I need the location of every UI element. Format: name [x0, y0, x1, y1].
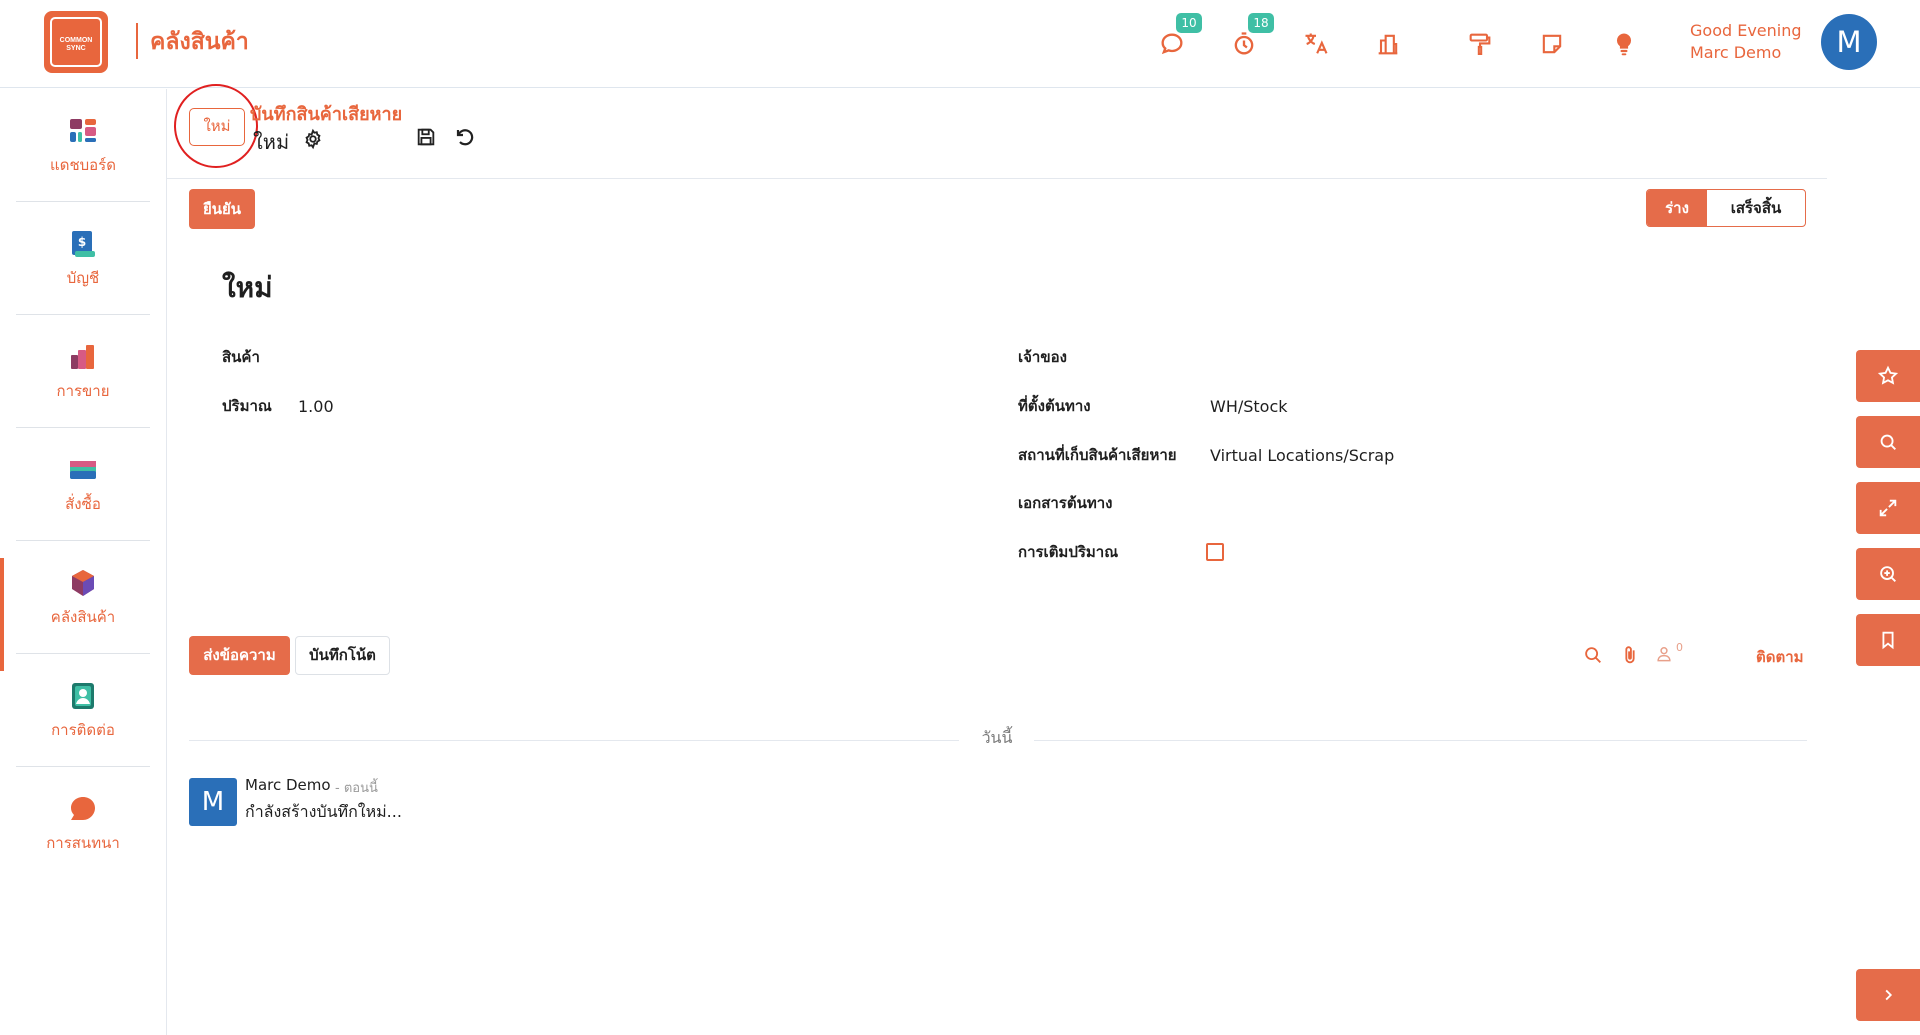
status-bar: ร่าง เสร็จสิ้น — [1646, 189, 1806, 227]
scrap-location-label: สถานที่เก็บสินค้าเสียหาย — [1018, 446, 1177, 464]
logo-text-sync: SYNC — [66, 45, 86, 52]
chat-icon — [1158, 33, 1186, 62]
day-separator-line — [189, 740, 959, 741]
source-document-label: เอกสารต้นทาง — [1018, 494, 1113, 512]
sidebar-item-dashboard[interactable]: แดชบอร์ด — [16, 89, 150, 202]
bookmark-button[interactable] — [1856, 614, 1920, 666]
tips-button[interactable] — [1610, 30, 1638, 58]
user-greeting[interactable]: Good Evening Marc Demo — [1690, 20, 1802, 64]
gear-icon[interactable] — [302, 128, 324, 150]
company-icon — [1374, 34, 1402, 62]
accounting-icon: $ — [67, 228, 99, 260]
user-avatar[interactable]: M — [1821, 14, 1877, 70]
top-navbar: COMMON SYNC คลังสินค้า 10 18 Good Evenin… — [0, 0, 1920, 88]
sidebar-item-label: สั่งซื้อ — [65, 495, 101, 513]
record-title[interactable]: ใหม่ — [222, 266, 273, 310]
log-note-button[interactable]: บันทึกโน้ต — [295, 636, 390, 675]
header-divider — [167, 178, 1827, 179]
status-draft[interactable]: ร่าง — [1647, 190, 1707, 226]
sidebar-item-label: การติดต่อ — [51, 721, 115, 739]
source-document-field[interactable] — [1210, 491, 1770, 513]
messages-button[interactable]: 10 — [1158, 13, 1202, 58]
expand-panel-button[interactable] — [1856, 969, 1920, 1021]
logo-divider — [136, 23, 138, 59]
notes-button[interactable] — [1538, 30, 1566, 58]
activities-button[interactable]: 18 — [1230, 13, 1274, 58]
status-done[interactable]: เสร็จสิ้น — [1707, 190, 1805, 226]
paint-roller-icon — [1466, 33, 1494, 62]
followers-icon[interactable] — [1654, 644, 1676, 666]
purchase-icon — [67, 454, 99, 486]
sidebar-item-sales[interactable]: การขาย — [16, 315, 150, 428]
sidebar-item-contacts[interactable]: การติดต่อ — [16, 654, 150, 767]
dashboard-icon — [67, 115, 99, 147]
breadcrumb-current: ใหม่ — [253, 130, 290, 154]
search-button[interactable] — [1856, 416, 1920, 468]
app-title: คลังสินค้า — [150, 29, 249, 55]
sidebar-item-label: การสนทนา — [46, 834, 120, 852]
active-indicator — [0, 558, 4, 671]
quantity-label: ปริมาณ — [222, 397, 272, 415]
day-separator-line — [1034, 740, 1807, 741]
day-separator-label: วันนี้ — [981, 728, 1013, 747]
inventory-icon — [67, 567, 99, 599]
sales-icon — [67, 341, 99, 373]
fullscreen-button[interactable] — [1856, 482, 1920, 534]
message-author[interactable]: Marc Demo — [245, 776, 331, 794]
contacts-icon — [67, 680, 99, 712]
confirm-button[interactable]: ยืนยัน — [189, 189, 255, 229]
product-field[interactable] — [298, 345, 898, 367]
owner-field[interactable] — [1210, 345, 1770, 367]
lightbulb-icon — [1610, 33, 1638, 62]
search-icon[interactable] — [1582, 644, 1604, 666]
source-location-label: ที่ตั้งต้นทาง — [1018, 397, 1091, 415]
owner-label: เจ้าของ — [1018, 348, 1067, 366]
message-time: - ตอนนี้ — [335, 781, 378, 796]
zoom-button[interactable] — [1856, 548, 1920, 600]
sidebar-item-purchase[interactable]: สั่งซื้อ — [16, 428, 150, 541]
follow-button[interactable]: ติดตาม — [1756, 645, 1804, 669]
sidebar-item-accounting[interactable]: $ บัญชี — [16, 202, 150, 315]
new-button[interactable]: ใหม่ — [189, 108, 245, 146]
discuss-icon — [67, 793, 99, 825]
sidebar-item-inventory[interactable]: คลังสินค้า — [16, 541, 150, 654]
message-avatar[interactable]: M — [189, 778, 237, 826]
followers-count: 0 — [1676, 641, 1683, 654]
theme-button[interactable] — [1466, 30, 1494, 58]
messages-count-badge: 10 — [1176, 13, 1202, 33]
translate-icon — [1302, 33, 1330, 62]
message-body: กำลังสร้างบันทึกใหม่... — [245, 802, 402, 821]
svg-text:$: $ — [78, 235, 86, 249]
sticky-note-icon — [1538, 34, 1566, 62]
send-message-button[interactable]: ส่งข้อความ — [189, 636, 290, 675]
scrap-location-field[interactable]: Virtual Locations/Scrap — [1210, 446, 1394, 465]
user-name: Marc Demo — [1690, 43, 1782, 62]
favorite-button[interactable] — [1856, 350, 1920, 402]
language-button[interactable] — [1302, 30, 1330, 58]
sidebar-item-label: คลังสินค้า — [50, 608, 116, 626]
clock-icon — [1230, 32, 1258, 62]
greeting-text: Good Evening — [1690, 21, 1802, 40]
sidebar-item-discuss[interactable]: การสนทนา — [16, 767, 150, 880]
app-sidebar: แดชบอร์ด $ บัญชี การขาย สั่งซื้อ คลังสิน… — [0, 89, 167, 1035]
logo-text-common: COMMON — [59, 37, 93, 44]
activities-count-badge: 18 — [1248, 13, 1274, 33]
breadcrumb-parent[interactable]: บันทึกสินค้าเสียหาย — [250, 99, 402, 128]
save-icon[interactable] — [415, 126, 437, 148]
source-location-field[interactable]: WH/Stock — [1210, 397, 1288, 416]
company-logo[interactable]: COMMON SYNC — [44, 11, 108, 73]
sidebar-item-label: บัญชี — [66, 269, 100, 287]
company-switch-button[interactable] — [1374, 30, 1402, 58]
replenish-label: การเติมปริมาณ — [1018, 543, 1119, 561]
sidebar-item-label: การขาย — [56, 382, 110, 400]
sidebar-item-label: แดชบอร์ด — [50, 156, 116, 174]
quantity-field[interactable]: 1.00 — [298, 397, 334, 416]
replenish-checkbox[interactable] — [1206, 543, 1224, 561]
discard-icon[interactable] — [453, 125, 477, 149]
product-label: สินค้า — [222, 348, 260, 366]
paperclip-icon[interactable] — [1619, 644, 1641, 666]
